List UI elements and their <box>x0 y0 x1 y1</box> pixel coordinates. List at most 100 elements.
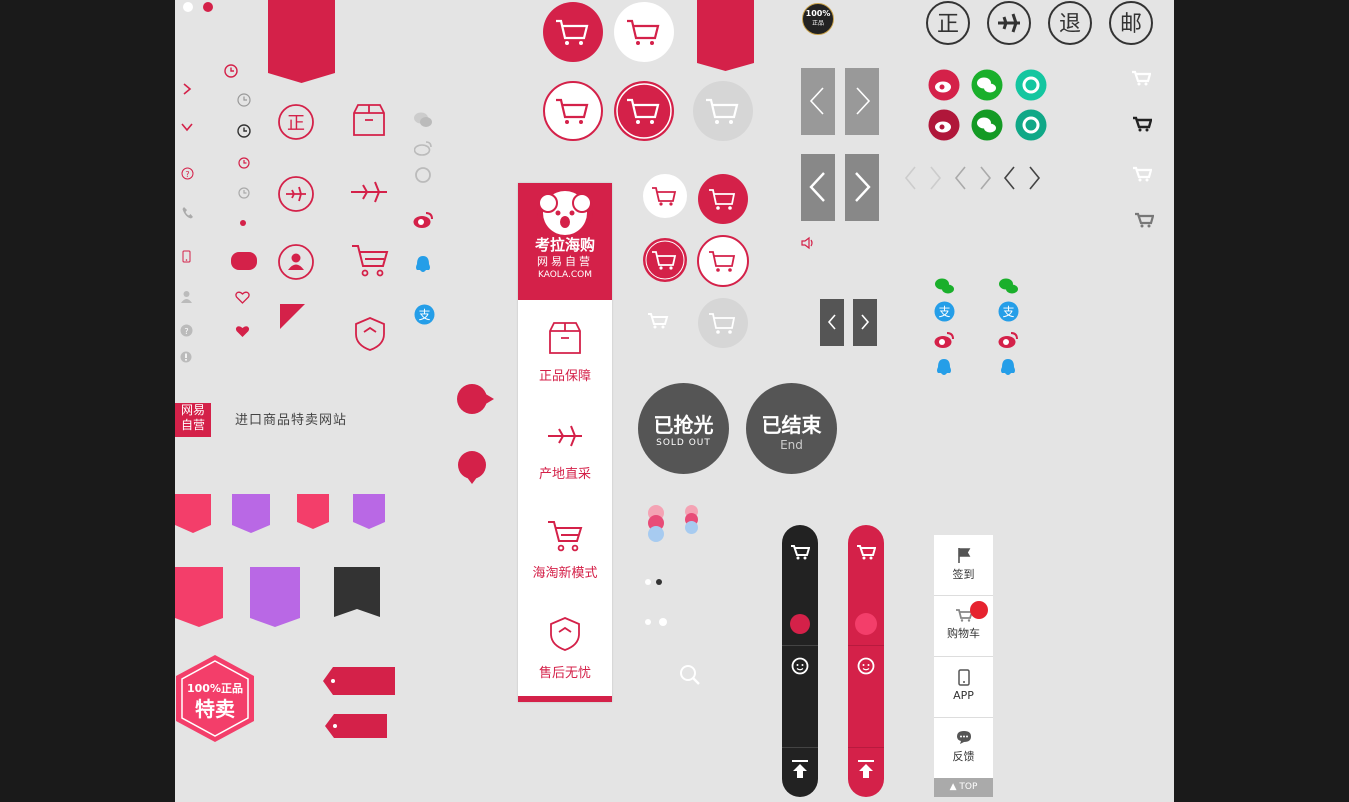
cart-button-white-sm[interactable] <box>642 173 688 219</box>
arrow-next-button-small[interactable] <box>853 299 877 346</box>
cart-button-white-ring[interactable] <box>542 80 604 142</box>
ended-title: 已结束 <box>761 413 822 437</box>
cart-button-red[interactable] <box>542 1 604 63</box>
help-icon[interactable]: ? <box>181 167 194 180</box>
help-icon-gray: ? <box>180 324 193 337</box>
back-to-top-icon[interactable] <box>791 759 809 779</box>
arrow-next-button-dark[interactable] <box>845 154 879 221</box>
user-icon-gray <box>181 291 192 303</box>
alipay-icon[interactable]: 支 <box>414 304 435 325</box>
checkin-item[interactable]: 签到 <box>934 535 993 596</box>
arrow-prev-button-dark[interactable] <box>801 154 835 221</box>
cart-item[interactable]: 购物车 <box>934 596 993 657</box>
cart-button-gray-sm[interactable] <box>697 297 749 349</box>
speech-pin-right <box>457 384 494 414</box>
feature-label: 海淘新模式 <box>532 566 598 581</box>
qq-icon-small-2[interactable] <box>999 358 1017 378</box>
ended-badge: 已结束 End <box>746 383 837 474</box>
cart-button-red-ring[interactable] <box>613 80 675 142</box>
thin-arrows-dark[interactable] <box>1002 164 1044 192</box>
bookmark-purple-large <box>250 567 300 627</box>
price-tag-large <box>323 667 395 695</box>
wechat-circle-icon-2[interactable] <box>971 109 1003 141</box>
phone-icon <box>182 207 193 219</box>
feature-after-sales[interactable]: 售后无忧 <box>518 616 612 681</box>
checkin-label: 签到 <box>952 568 975 581</box>
app-item[interactable]: APP <box>934 657 993 718</box>
weibo-icon-small-2[interactable] <box>998 331 1019 349</box>
alipay-icon-small[interactable]: 支 <box>934 301 955 322</box>
back-to-top-icon[interactable] <box>857 759 875 779</box>
mobile-icon <box>182 250 191 263</box>
cart-icon <box>548 521 583 552</box>
cart-button-gray[interactable] <box>692 80 754 142</box>
utility-sidebar: 签到 购物车 APP 反馈 ▲ TOP <box>934 535 993 797</box>
cart-count-dot <box>855 613 877 635</box>
arrow-prev-button-gray[interactable] <box>801 68 835 135</box>
qq-icon-small[interactable] <box>935 358 953 378</box>
speaker-icon[interactable] <box>801 236 815 250</box>
wangyi-self-badge: 网易 自营 <box>175 403 211 437</box>
qq-icon-gray[interactable] <box>415 167 431 183</box>
cart-button-white-ring-sm[interactable] <box>697 235 749 287</box>
feature-new-mode[interactable]: 海淘新模式 <box>518 518 612 581</box>
weibo-circle-icon-2[interactable] <box>928 109 960 141</box>
cart-button-red-sm[interactable] <box>697 173 749 225</box>
wechat-icon-green[interactable] <box>934 277 956 295</box>
arrow-next-button-gray[interactable] <box>845 68 879 135</box>
svg-text:?: ? <box>184 327 188 336</box>
cart-button-red-ring-sm[interactable] <box>642 237 688 283</box>
weibo-icon-gray[interactable] <box>414 140 433 156</box>
user-circle-icon <box>278 244 314 280</box>
cart-icon-white <box>1132 70 1151 86</box>
plane-icon <box>548 425 582 447</box>
gold-badge-txt: 正品 <box>811 20 824 27</box>
back-to-top-button[interactable]: ▲ TOP <box>934 778 993 797</box>
thin-arrows-gray[interactable] <box>953 164 995 192</box>
heart-outline-icon[interactable] <box>235 291 250 304</box>
gold-badge-num: 100% <box>805 9 831 18</box>
logo-subtitle: 网易自营 <box>537 255 593 268</box>
svg-text:正: 正 <box>937 12 959 37</box>
wechat-circle-icon[interactable] <box>971 69 1003 101</box>
feature-label: 正品保障 <box>538 369 591 384</box>
koala-logo-panel: 考拉海购 网易自营 KAOLA.COM <box>518 183 612 300</box>
chevron-down-icon[interactable] <box>181 122 193 132</box>
wechat-icon-gray[interactable] <box>413 111 433 129</box>
customer-service-icon[interactable] <box>790 656 810 676</box>
chat-bubble-icon <box>956 731 971 744</box>
cart-count-dot <box>790 614 810 634</box>
pager-dot-white-2[interactable] <box>659 618 667 626</box>
weibo-icon-small[interactable] <box>934 331 955 349</box>
chevron-right-icon[interactable] <box>182 83 192 95</box>
cart-icon[interactable] <box>790 544 810 560</box>
feature-genuine[interactable]: 正品保障 <box>518 321 612 384</box>
alipay-icon-small-2[interactable]: 支 <box>998 301 1019 322</box>
wechat-icon-green-2[interactable] <box>998 277 1020 295</box>
ribbon-banner-right <box>697 0 754 71</box>
svg-text:邮: 邮 <box>1120 12 1142 37</box>
cart-button-white[interactable] <box>613 1 675 63</box>
heart-filled-icon[interactable] <box>235 325 250 338</box>
customer-service-icon[interactable] <box>856 656 876 676</box>
feedback-item[interactable]: 反馈 <box>934 718 993 776</box>
thin-arrows-light[interactable] <box>903 164 945 192</box>
dot-red-small <box>240 220 246 226</box>
genuine-circle-icon: 正 <box>278 104 314 140</box>
arrow-prev-button-small[interactable] <box>820 299 844 346</box>
weibo-icon-red[interactable] <box>413 211 434 229</box>
pager-dot-white-1[interactable] <box>645 619 651 625</box>
pill-button-red[interactable] <box>231 252 257 270</box>
feature-direct-sourcing[interactable]: 产地直采 <box>518 419 612 482</box>
map-pin-icon <box>458 451 486 484</box>
weibo-circle-icon[interactable] <box>928 69 960 101</box>
search-icon[interactable] <box>679 664 701 686</box>
logo-url: KAOLA.COM <box>537 270 593 280</box>
price-tag-small <box>325 714 387 738</box>
qzone-circle-icon-2[interactable] <box>1015 109 1047 141</box>
cart-icon[interactable] <box>856 544 876 560</box>
pager-dot-active[interactable] <box>656 579 662 585</box>
qzone-circle-icon[interactable] <box>1015 69 1047 101</box>
pager-dot-inactive[interactable] <box>645 579 651 585</box>
qq-icon-blue[interactable] <box>414 255 432 275</box>
